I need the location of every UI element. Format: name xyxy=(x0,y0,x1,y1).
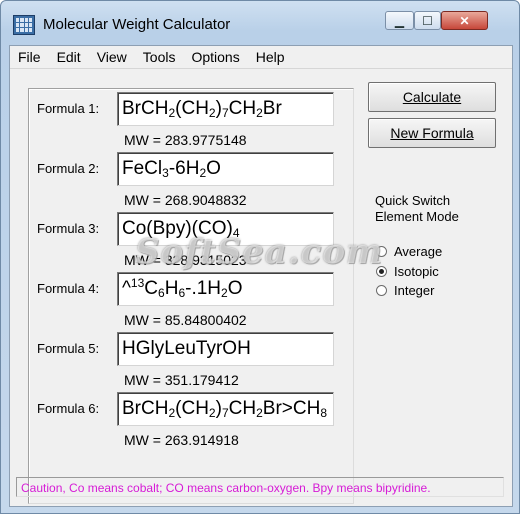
status-bar: Caution, Co means cobalt; CO means carbo… xyxy=(16,477,504,497)
formula-subscript: 8 xyxy=(320,406,327,420)
formula-1-mw: MW = 283.9775148 xyxy=(124,132,247,148)
formula-subscript: 2 xyxy=(208,406,216,420)
formula-text: FeCl xyxy=(122,158,163,179)
formula-5-mw: MW = 351.179412 xyxy=(124,372,239,388)
radio-integer-label: Integer xyxy=(394,283,435,298)
radio-isotopic[interactable]: Isotopic xyxy=(376,264,439,279)
menu-view[interactable]: View xyxy=(89,49,135,65)
app-window: Molecular Weight Calculator ▁ ☐ ✕ File E… xyxy=(0,0,520,514)
formula-text: HGlyLeuTyrOH xyxy=(122,338,251,359)
menu-help[interactable]: Help xyxy=(248,49,293,65)
formula-2-label: Formula 2: xyxy=(37,161,100,176)
menu-tools[interactable]: Tools xyxy=(135,49,184,65)
title-bar[interactable]: Molecular Weight Calculator ▁ ☐ ✕ xyxy=(1,1,519,45)
formulas-group: Formula 1: BrCH2(CH2)7CH2Br MW = 283.977… xyxy=(28,88,354,504)
formula-6-label: Formula 6: xyxy=(37,401,100,416)
menu-bar: File Edit View Tools Options Help xyxy=(10,46,512,69)
formula-subscript: 6 xyxy=(158,286,165,300)
formula-3-label: Formula 3: xyxy=(37,221,100,236)
client-area: File Edit View Tools Options Help Formul… xyxy=(9,45,513,507)
formula-text: BrCH xyxy=(122,98,169,119)
quick-switch-line-2: Element Mode xyxy=(375,209,459,224)
formula-subscript: 2 xyxy=(208,106,216,120)
close-button[interactable]: ✕ xyxy=(441,11,488,30)
formula-text: -6H xyxy=(168,158,200,179)
formula-1-label: Formula 1: xyxy=(37,101,100,116)
window-title: Molecular Weight Calculator xyxy=(43,16,231,33)
formula-5-input[interactable]: HGlyLeuTyrOH xyxy=(117,332,334,366)
formula-text: CH xyxy=(228,98,257,119)
formula-subscript: 4 xyxy=(232,226,240,240)
minimize-button[interactable]: ▁ xyxy=(385,11,414,30)
formula-text: -.1H xyxy=(185,278,222,299)
quick-switch-line-1: Quick Switch xyxy=(375,193,451,208)
calculate-button[interactable]: Calculate xyxy=(368,82,496,112)
radio-isotopic-label: Isotopic xyxy=(394,264,439,279)
formula-6-input[interactable]: BrCH2(CH2)7CH2Br>CH8 xyxy=(117,392,334,426)
formula-text: O xyxy=(227,278,243,299)
new-formula-button[interactable]: New Formula xyxy=(368,118,496,148)
formula-5-label: Formula 5: xyxy=(37,341,100,356)
formula-text: ^ xyxy=(122,278,131,299)
formula-1-input[interactable]: BrCH2(CH2)7CH2Br xyxy=(117,92,334,126)
formula-text: (CH xyxy=(175,98,209,119)
formula-superscript: 13 xyxy=(130,276,145,290)
formula-subscript: 2 xyxy=(256,406,263,420)
new-formula-button-label: New Formula xyxy=(390,125,474,141)
menu-options[interactable]: Options xyxy=(183,49,247,65)
radio-integer-indicator[interactable] xyxy=(376,285,387,296)
radio-average[interactable]: Average xyxy=(376,244,442,259)
menu-file[interactable]: File xyxy=(10,49,49,65)
calculate-button-label: Calculate xyxy=(402,89,462,105)
formula-4-label: Formula 4: xyxy=(37,281,100,296)
formula-text: C xyxy=(144,278,159,299)
formula-subscript: 7 xyxy=(221,406,229,420)
formula-2-mw: MW = 268.9048832 xyxy=(124,192,247,208)
formula-3-mw: MW = 328.9315023 xyxy=(124,252,247,268)
radio-integer[interactable]: Integer xyxy=(376,283,434,298)
formula-subscript: 3 xyxy=(162,166,169,180)
formula-text: Br xyxy=(262,98,282,119)
formula-text: BrCH xyxy=(122,398,169,419)
radio-average-label: Average xyxy=(394,244,443,259)
quick-switch-heading: Quick Switch Element Mode xyxy=(375,193,459,225)
formula-subscript: 2 xyxy=(256,106,263,120)
formula-6-mw: MW = 263.914918 xyxy=(124,432,239,448)
formula-text: O xyxy=(206,158,221,179)
formula-text: Br>CH xyxy=(262,398,321,419)
formula-subscript: 7 xyxy=(221,106,229,120)
radio-average-indicator[interactable] xyxy=(376,246,387,257)
formula-text: Co(Bpy)(CO) xyxy=(122,218,233,239)
calculator-grid-icon xyxy=(13,15,35,35)
radio-isotopic-indicator[interactable] xyxy=(376,266,387,277)
formula-2-input[interactable]: FeCl3-6H2O xyxy=(117,152,334,186)
formula-text: H xyxy=(164,278,179,299)
formula-subscript: 2 xyxy=(221,286,228,300)
formula-text: CH xyxy=(228,398,257,419)
formula-4-input[interactable]: ^13C6H6-.1H2O xyxy=(117,272,334,306)
maximize-button[interactable]: ☐ xyxy=(414,11,441,30)
formula-4-mw: MW = 85.84800402 xyxy=(124,312,247,328)
formula-text: (CH xyxy=(175,398,209,419)
menu-edit[interactable]: Edit xyxy=(49,49,89,65)
formula-3-input[interactable]: Co(Bpy)(CO)4 xyxy=(117,212,334,246)
